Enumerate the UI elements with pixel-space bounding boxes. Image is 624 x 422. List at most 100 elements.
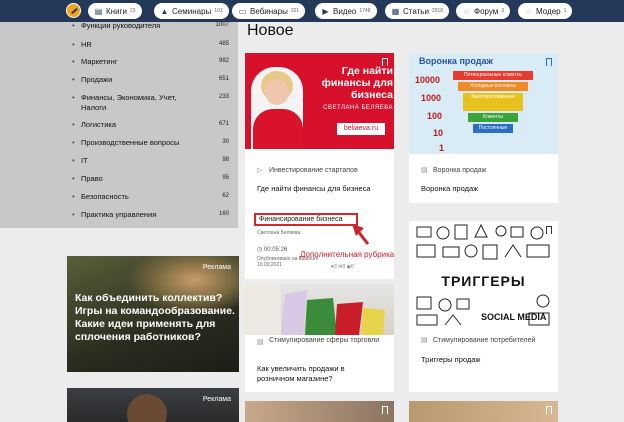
card-author[interactable]: Светлана Беляева: [257, 230, 300, 236]
card-image[interactable]: ТРИГГЕРЫ SOCIAL MEDIA: [409, 221, 558, 329]
card-title[interactable]: Как увеличить продажи в розничном магази…: [257, 364, 382, 384]
ad-label: Реклама: [202, 396, 231, 403]
bullet-icon: •: [72, 40, 75, 49]
card-image-subtitle: SOCIAL MEDIA: [481, 312, 547, 322]
card-image-title: ТРИГГЕРЫ: [441, 273, 526, 289]
bookmark-icon[interactable]: [546, 406, 552, 414]
sidebar-item-count: 1007: [215, 22, 229, 28]
article-card-partial[interactable]: [245, 401, 394, 422]
bullet-icon: •: [72, 174, 75, 183]
nav-pill-count: 1: [563, 8, 567, 14]
card-rubric[interactable]: Воронка продаж: [433, 166, 486, 175]
bullet-icon: •: [72, 156, 75, 165]
funnel-number: 1: [439, 143, 445, 153]
sidebar-item-count: 651: [218, 76, 229, 82]
funnel-step: Клиенты: [468, 113, 518, 122]
chat-icon: ◌: [526, 6, 531, 16]
graduation-cap-icon: ▲: [160, 6, 169, 16]
sidebar-item-count: 30: [222, 139, 229, 145]
like-count: 3: [333, 264, 337, 270]
sidebar-item-count: 160: [218, 211, 229, 217]
annotation-label: Дополнительная рубрика: [300, 250, 395, 259]
card-image[interactable]: Воронка продаж 10000 1000 100 10 1 Потен…: [409, 53, 558, 154]
card-image-title: Где найти финансы для бизнеса: [321, 65, 393, 101]
sidebar-item-label: Безопасность: [81, 192, 129, 201]
play-icon: ▶: [322, 6, 329, 16]
nav-pill-count: 201: [290, 8, 300, 14]
bullet-icon: •: [72, 57, 75, 66]
card-tag[interactable]: Финансирование бизнеса: [254, 213, 358, 226]
ad-banner-second[interactable]: Реклама: [67, 388, 239, 422]
nav-pill-articles[interactable]: ▦ Статьи 2918: [385, 3, 450, 19]
bookmark-icon[interactable]: [546, 226, 552, 234]
nav-pill-count: 103: [214, 8, 223, 14]
section-heading: Новое: [247, 22, 294, 39]
card-rubric[interactable]: Инвестирование стартапов: [269, 166, 358, 175]
sidebar-item-count: 671: [218, 121, 229, 127]
bookmark-icon[interactable]: [382, 406, 388, 414]
sidebar-item-label: Продажи: [81, 75, 113, 84]
nav-pill-label: Вебинары: [250, 6, 288, 16]
nav-pill-seminars[interactable]: ▲ Семинары 103: [154, 3, 229, 19]
card-duration: ◷ 00:05:26: [257, 246, 287, 253]
sidebar-item-label: Производственные вопросы: [81, 138, 180, 147]
nav-pill-video[interactable]: ▶ Видео 1748: [315, 3, 377, 19]
nav-pill-webinars[interactable]: ▭ Вебинары 201: [232, 3, 306, 19]
bullet-icon: •: [72, 120, 75, 129]
nav-pill-moder[interactable]: ◌ Модер 1: [518, 3, 573, 19]
sidebar-item-count: 95: [222, 175, 229, 181]
clock-icon: ◷: [257, 247, 264, 253]
card-image-jacket: [253, 109, 303, 149]
ad-label: Реклама: [202, 264, 231, 271]
card-duration-value: 00:05:26: [263, 247, 288, 253]
bullet-icon: •: [72, 21, 75, 30]
ad-title[interactable]: Как объединить коллектив? Игры на команд…: [75, 292, 235, 344]
chat-icon: ◌: [464, 6, 469, 16]
sidebar-item-count: 485: [218, 41, 229, 47]
article-card[interactable]: Воронка продаж 10000 1000 100 10 1 Потен…: [409, 53, 558, 203]
article-card[interactable]: ▤ Стимулирование сферы торговли Как увел…: [245, 284, 394, 392]
sidebar-item-label: Финансы, Экономика, Учет, Налоги: [81, 93, 177, 112]
nav-pill-books[interactable]: ▤ Книги 23: [88, 3, 142, 19]
bookmark-icon[interactable]: [546, 58, 552, 66]
card-image-face: [265, 79, 289, 105]
card-image[interactable]: Где найти финансы для бизнеса СВЕТЛАНА Б…: [245, 53, 394, 149]
card-image[interactable]: [245, 284, 394, 335]
sidebar-item-label: HR: [81, 40, 92, 49]
article-card-partial[interactable]: [409, 401, 558, 422]
nav-pill-count: 3: [501, 8, 505, 14]
nav-pill-label: Модер: [536, 6, 561, 16]
sidebar-item-count: 98: [222, 157, 229, 163]
comment-count: 0: [342, 264, 346, 270]
article-card[interactable]: ТРИГГЕРЫ SOCIAL MEDIA ▤ Стимулирование п…: [409, 221, 558, 392]
funnel-number: 1000: [421, 93, 442, 103]
nav-pill-forum[interactable]: ◌ Форум 3: [456, 3, 511, 19]
card-title[interactable]: Воронка продаж: [421, 184, 546, 194]
nav-pill-label: Видео: [333, 6, 357, 16]
card-rubric[interactable]: Стимулирование сферы торговли: [269, 336, 387, 345]
sidebar-item-count: 233: [218, 94, 229, 100]
bullet-icon: •: [72, 93, 75, 102]
card-image-title: Воронка продаж: [419, 56, 493, 66]
annotation-arrow-icon: [352, 224, 370, 245]
card-image-site: beliaeva.ru: [337, 123, 385, 135]
nav-pill-label: Форум: [474, 6, 499, 16]
monitor-icon: ▭: [238, 6, 247, 16]
funnel-number: 10: [433, 128, 444, 138]
card-title[interactable]: Где найти финансы для бизнеса: [257, 184, 382, 194]
document-icon: ▦: [391, 6, 400, 16]
card-title[interactable]: Триггеры продаж: [421, 355, 546, 365]
document-icon: ▤: [257, 339, 264, 346]
ad-banner-teambuilding[interactable]: Реклама Как объединить коллектив? Игры н…: [67, 256, 239, 372]
bookmark-icon[interactable]: [382, 58, 388, 66]
nav-pill-count: 23: [129, 8, 136, 14]
card-rubric[interactable]: Стимулирование потребителей: [433, 336, 535, 345]
site-logo-icon[interactable]: [66, 3, 81, 18]
funnel-step: Постоянные: [473, 124, 513, 133]
sidebar-item-label: Логистика: [81, 120, 117, 129]
ad-image: [127, 394, 167, 422]
nav-pill-label: Статьи: [403, 6, 429, 16]
play-circle-icon: ▷: [257, 167, 263, 174]
bullet-icon: •: [72, 75, 75, 84]
funnel-step: Потенциальные клиенты: [453, 71, 533, 80]
